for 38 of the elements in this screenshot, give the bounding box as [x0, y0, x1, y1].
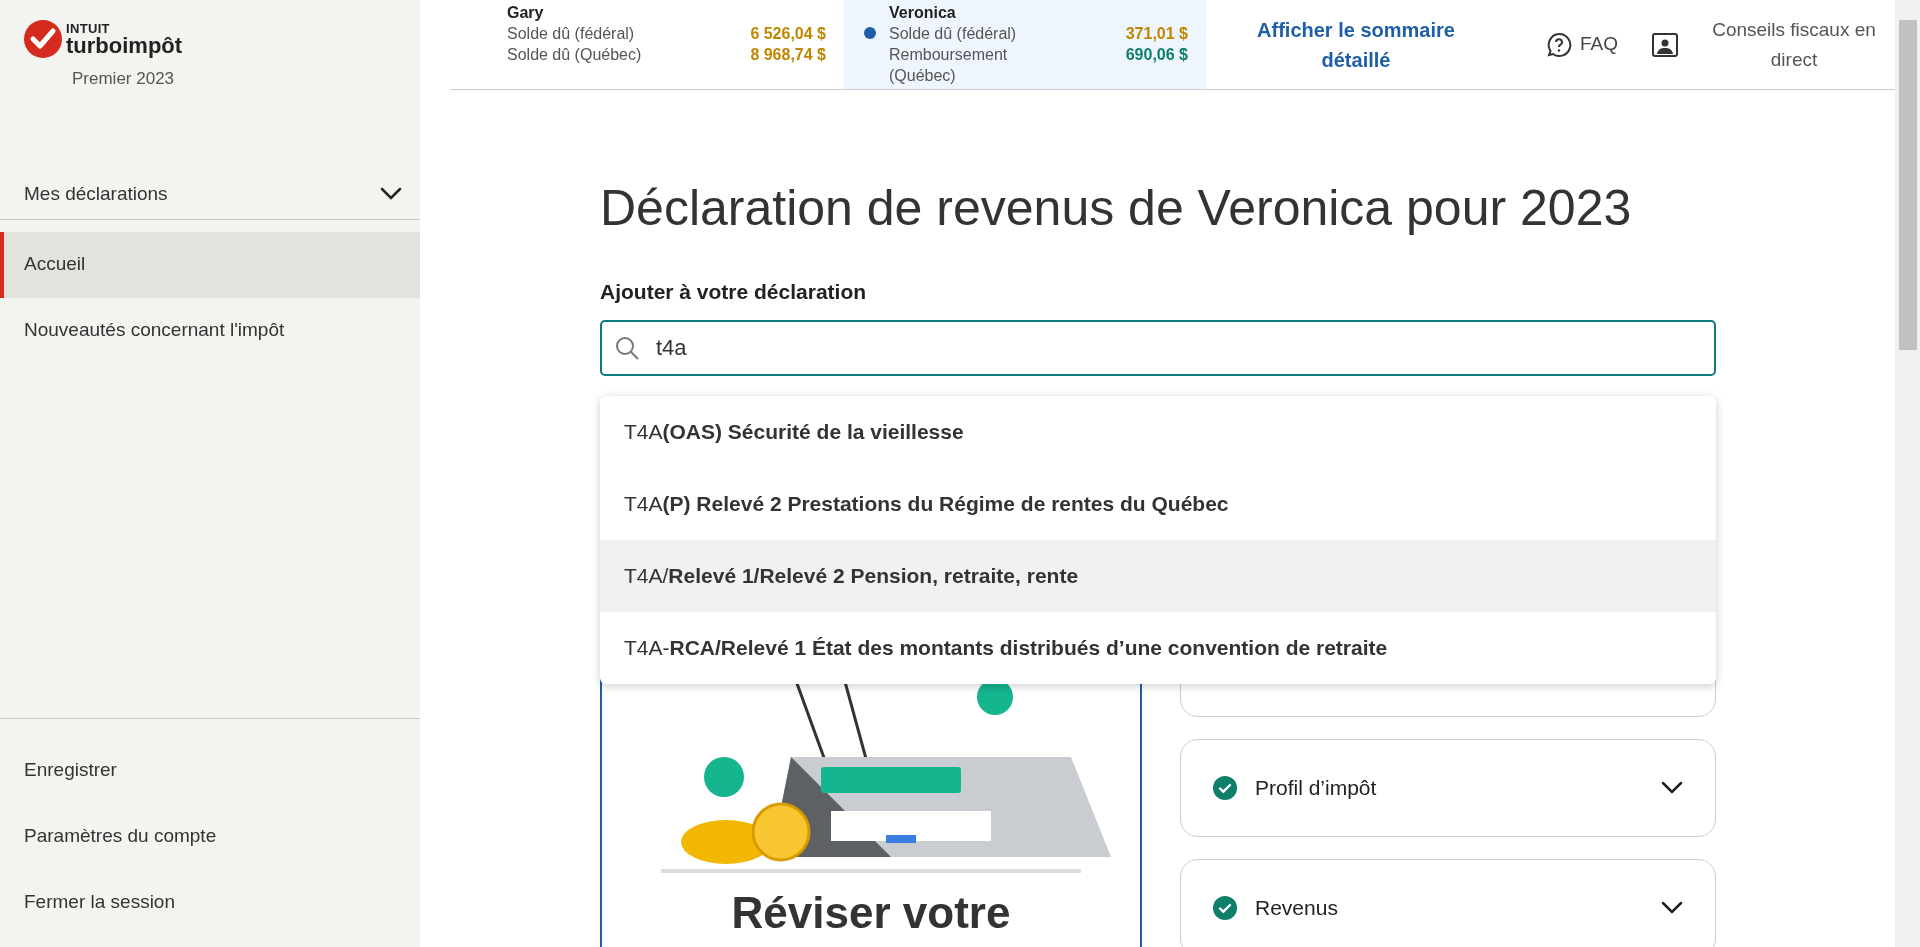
balance-amount: 690,06 $: [1125, 45, 1188, 65]
search-field[interactable]: t4a: [600, 319, 1716, 376]
returns-menu[interactable]: Mes déclarations: [0, 169, 420, 220]
sidebar-item[interactable]: Accueil: [0, 231, 420, 298]
person-name: Gary: [507, 3, 545, 23]
balance-label: Solde dû (Québec): [507, 45, 643, 65]
brand-name: INTUIT: [66, 21, 111, 35]
suggestion-item[interactable]: T4A-RCA/Relevé 1 État des montants distribués d’une convention de retraite: [600, 612, 1716, 684]
review-title: Réviser votre: [731, 886, 1011, 939]
balance-amount: 6 526,04 $: [750, 24, 826, 44]
page-title: Déclaration de revenus de Veronica pour 2023: [600, 179, 1633, 238]
balance-amount: 371,01 $: [1125, 24, 1188, 44]
section-card[interactable]: Profil d’impôt: [1180, 738, 1716, 837]
sidebar-link[interactable]: Enregistrer: [0, 737, 420, 803]
faq-button[interactable]: FAQ: [1546, 30, 1618, 59]
scrollbar[interactable]: [1895, 0, 1920, 947]
logo-icon: [24, 20, 62, 58]
balance-amount: 8 968,74 $: [750, 45, 826, 65]
sidebar-link[interactable]: Fermer la session: [0, 869, 420, 935]
balance-label: Solde dû (fédéral): [507, 24, 636, 44]
person-name: Veronica: [889, 3, 957, 23]
live-help-button[interactable]: Conseils fiscaux en direct: [1652, 14, 1894, 75]
edition-label: Premier 2023: [72, 68, 176, 90]
search-icon: [614, 334, 640, 361]
suggestion-item[interactable]: T4A(P) Relevé 2 Prestations du Régime de rentes du Québec: [600, 468, 1716, 540]
sidebar-item[interactable]: Nouveautés concernant l'impôt: [0, 297, 420, 364]
product-name: turboimpôt: [66, 34, 183, 57]
person-summary[interactable]: Veronica Solde dû (fédéral) 371,01 $ Remboursement (Québec) 690,06 $: [844, 0, 1206, 89]
suggestion-item[interactable]: T4A(OAS) Sécurité de la vieillesse: [600, 396, 1716, 468]
sidebar-link[interactable]: Paramètres du compte: [0, 803, 420, 869]
person-summary[interactable]: Gary Solde dû (fédéral) 6 526,04 $ Solde dû (Québec) 8 968,74 $: [450, 0, 844, 89]
suggestion-item[interactable]: T4A/Relevé 1/Relevé 2 Pension, retraite, rente: [600, 540, 1716, 612]
balance-label: Remboursement (Québec): [889, 45, 1009, 86]
balance-label: Solde dû (fédéral): [889, 24, 1018, 44]
search-label: Ajouter à votre déclaration: [600, 279, 868, 305]
summary-link[interactable]: Afficher le sommaire détaillé: [1231, 14, 1481, 75]
video-person-icon: [1652, 32, 1678, 57]
help-icon: [1546, 31, 1572, 58]
